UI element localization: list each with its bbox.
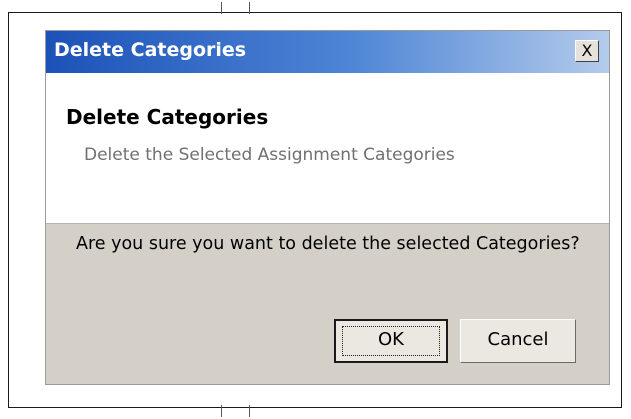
ok-focus-rectangle bbox=[342, 326, 440, 356]
close-button[interactable]: X bbox=[575, 40, 599, 62]
frame-tick-top-left bbox=[221, 2, 222, 14]
header-title: Delete Categories bbox=[66, 105, 269, 129]
close-icon: X bbox=[581, 41, 593, 60]
dialog-titlebar[interactable]: Delete Categories X bbox=[46, 31, 609, 73]
confirmation-message: Are you sure you want to delete the sele… bbox=[76, 234, 580, 254]
frame-tick-bottom-left bbox=[221, 405, 222, 417]
dialog-header-panel: Delete Categories Delete the Selected As… bbox=[46, 73, 609, 224]
cancel-button-label: Cancel bbox=[487, 329, 549, 350]
ok-button[interactable]: OK bbox=[334, 319, 448, 363]
header-subtitle: Delete the Selected Assignment Categorie… bbox=[84, 145, 455, 165]
delete-categories-dialog: Delete Categories X Delete Categories De… bbox=[45, 30, 610, 385]
dialog-title: Delete Categories bbox=[54, 39, 247, 61]
frame-tick-bottom-right bbox=[249, 405, 250, 417]
frame-tick-top-right bbox=[249, 2, 250, 14]
cancel-button[interactable]: Cancel bbox=[460, 319, 576, 363]
